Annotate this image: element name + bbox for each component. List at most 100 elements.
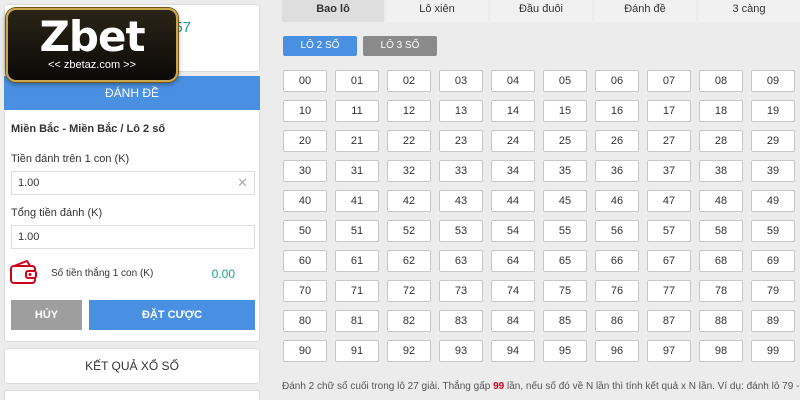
number-cell[interactable]: 74: [491, 280, 535, 302]
number-cell[interactable]: 39: [751, 160, 795, 182]
number-cell[interactable]: 52: [387, 220, 431, 242]
number-cell[interactable]: 17: [647, 100, 691, 122]
number-cell[interactable]: 54: [491, 220, 535, 242]
number-cell[interactable]: 30: [283, 160, 327, 182]
stake-per-number-input[interactable]: 1.00 ✕: [11, 171, 255, 195]
number-cell[interactable]: 57: [647, 220, 691, 242]
number-cell[interactable]: 95: [543, 340, 587, 362]
number-cell[interactable]: 88: [699, 310, 743, 332]
number-cell[interactable]: 26: [595, 130, 639, 152]
number-cell[interactable]: 09: [751, 70, 795, 92]
subtab-lo-3-so[interactable]: LÔ 3 SỐ: [363, 36, 437, 56]
number-cell[interactable]: 78: [699, 280, 743, 302]
number-cell[interactable]: 14: [491, 100, 535, 122]
number-cell[interactable]: 02: [387, 70, 431, 92]
lottery-results-button[interactable]: KẾT QUẢ XỔ SỐ: [4, 348, 260, 384]
number-cell[interactable]: 58: [699, 220, 743, 242]
tab-3-cang[interactable]: 3 càng: [698, 0, 800, 22]
number-cell[interactable]: 44: [491, 190, 535, 212]
number-cell[interactable]: 62: [387, 250, 431, 272]
number-cell[interactable]: 49: [751, 190, 795, 212]
number-cell[interactable]: 04: [491, 70, 535, 92]
number-cell[interactable]: 65: [543, 250, 587, 272]
number-cell[interactable]: 11: [335, 100, 379, 122]
number-cell[interactable]: 41: [335, 190, 379, 212]
number-cell[interactable]: 87: [647, 310, 691, 332]
number-cell[interactable]: 45: [543, 190, 587, 212]
number-cell[interactable]: 68: [699, 250, 743, 272]
number-cell[interactable]: 18: [699, 100, 743, 122]
number-cell[interactable]: 00: [283, 70, 327, 92]
number-cell[interactable]: 43: [439, 190, 483, 212]
number-cell[interactable]: 96: [595, 340, 639, 362]
number-cell[interactable]: 63: [439, 250, 483, 272]
number-cell[interactable]: 81: [335, 310, 379, 332]
number-cell[interactable]: 48: [699, 190, 743, 212]
subtab-lo-2-so[interactable]: LÔ 2 SỐ: [283, 36, 357, 56]
number-cell[interactable]: 92: [387, 340, 431, 362]
number-cell[interactable]: 27: [647, 130, 691, 152]
tab-bao-lo[interactable]: Bao lô: [282, 0, 384, 22]
number-cell[interactable]: 60: [283, 250, 327, 272]
number-cell[interactable]: 84: [491, 310, 535, 332]
number-cell[interactable]: 29: [751, 130, 795, 152]
number-cell[interactable]: 61: [335, 250, 379, 272]
number-cell[interactable]: 16: [595, 100, 639, 122]
number-cell[interactable]: 19: [751, 100, 795, 122]
number-cell[interactable]: 86: [595, 310, 639, 332]
number-cell[interactable]: 08: [699, 70, 743, 92]
number-cell[interactable]: 07: [647, 70, 691, 92]
number-cell[interactable]: 22: [387, 130, 431, 152]
number-cell[interactable]: 32: [387, 160, 431, 182]
number-cell[interactable]: 33: [439, 160, 483, 182]
number-cell[interactable]: 71: [335, 280, 379, 302]
number-cell[interactable]: 75: [543, 280, 587, 302]
total-stake-input[interactable]: 1.00: [11, 225, 255, 249]
number-cell[interactable]: 72: [387, 280, 431, 302]
number-cell[interactable]: 93: [439, 340, 483, 362]
number-cell[interactable]: 85: [543, 310, 587, 332]
number-cell[interactable]: 59: [751, 220, 795, 242]
number-cell[interactable]: 46: [595, 190, 639, 212]
number-cell[interactable]: 66: [595, 250, 639, 272]
number-cell[interactable]: 13: [439, 100, 483, 122]
number-cell[interactable]: 70: [283, 280, 327, 302]
number-cell[interactable]: 36: [595, 160, 639, 182]
number-cell[interactable]: 42: [387, 190, 431, 212]
number-cell[interactable]: 15: [543, 100, 587, 122]
tab-danh-de[interactable]: Đánh đề: [594, 0, 696, 22]
number-cell[interactable]: 69: [751, 250, 795, 272]
number-cell[interactable]: 20: [283, 130, 327, 152]
number-cell[interactable]: 01: [335, 70, 379, 92]
number-cell[interactable]: 24: [491, 130, 535, 152]
number-cell[interactable]: 55: [543, 220, 587, 242]
number-cell[interactable]: 23: [439, 130, 483, 152]
number-cell[interactable]: 97: [647, 340, 691, 362]
tab-lo-xien[interactable]: Lô xiên: [386, 0, 488, 22]
number-cell[interactable]: 31: [335, 160, 379, 182]
number-cell[interactable]: 03: [439, 70, 483, 92]
number-cell[interactable]: 94: [491, 340, 535, 362]
number-cell[interactable]: 79: [751, 280, 795, 302]
number-cell[interactable]: 76: [595, 280, 639, 302]
number-cell[interactable]: 67: [647, 250, 691, 272]
number-cell[interactable]: 37: [647, 160, 691, 182]
number-cell[interactable]: 90: [283, 340, 327, 362]
number-cell[interactable]: 50: [283, 220, 327, 242]
number-cell[interactable]: 38: [699, 160, 743, 182]
number-cell[interactable]: 91: [335, 340, 379, 362]
number-cell[interactable]: 99: [751, 340, 795, 362]
number-cell[interactable]: 47: [647, 190, 691, 212]
cancel-button[interactable]: HỦY: [11, 300, 82, 330]
brand-logo[interactable]: Zbet << zbetaz.com >>: [6, 8, 178, 82]
number-cell[interactable]: 82: [387, 310, 431, 332]
place-bet-button[interactable]: ĐẶT CƯỢC: [89, 300, 255, 330]
clear-icon[interactable]: ✕: [237, 172, 248, 194]
number-cell[interactable]: 83: [439, 310, 483, 332]
number-cell[interactable]: 35: [543, 160, 587, 182]
number-cell[interactable]: 10: [283, 100, 327, 122]
number-cell[interactable]: 80: [283, 310, 327, 332]
number-cell[interactable]: 25: [543, 130, 587, 152]
number-cell[interactable]: 06: [595, 70, 639, 92]
number-cell[interactable]: 28: [699, 130, 743, 152]
